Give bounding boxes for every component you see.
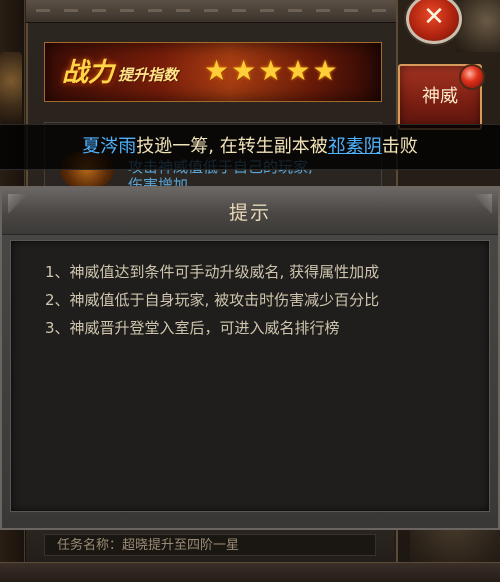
bottom-frame [0,562,500,582]
dialog-title: 提示 [228,202,271,224]
close-x-icon: ✕ [423,2,445,32]
red-orb-icon [459,64,485,90]
system-notice-bar: 夏涔雨技逊一筹, 在转生副本被祁素阴击败 [0,124,500,170]
tip-line: 1、神威值达到条件可手动升级威名, 获得属性加成 [45,263,380,281]
notice-player-name[interactable]: 夏涔雨 [82,136,136,157]
dialog-body: 1、神威值达到条件可手动升级威名, 获得属性加成 2、神威值低于自身玩家, 被攻… [10,240,490,512]
left-emblem-icon [0,52,22,124]
top-bar [26,0,396,23]
power-subtitle: 提升指数 [118,66,179,84]
star-icon: ★ [231,54,257,87]
star-icon: ★ [258,54,284,87]
star-icon: ★ [285,54,311,87]
task-name-line: 任务名称：超晓提升至四阶一星 [44,534,376,556]
star-rating: ★ ★ ★ ★ ★ [204,56,338,86]
notice-text: 技逊一筹, 在 [136,136,238,157]
tip-dialog: 提示 1、神威值达到条件可手动升级威名, 获得属性加成 2、神威值低于自身玩家,… [0,186,500,530]
notice-text: 被 [309,136,328,157]
tip-line: 3、神威晋升登堂入室后，可进入威名排行榜 [45,319,340,337]
notice-place: 转生副本 [237,136,310,157]
notice-opponent-name[interactable]: 祁素阴 [328,136,382,157]
star-icon: ★ [204,54,230,87]
star-icon: ★ [312,54,338,87]
tip-line: 2、神威值低于自身玩家, 被攻击时伤害减少百分比 [45,291,380,309]
power-title: 战力 [62,58,115,88]
notice-text: 击败 [381,136,418,157]
dialog-header: 提示 [2,188,498,235]
corner-ornament-icon [456,0,500,52]
